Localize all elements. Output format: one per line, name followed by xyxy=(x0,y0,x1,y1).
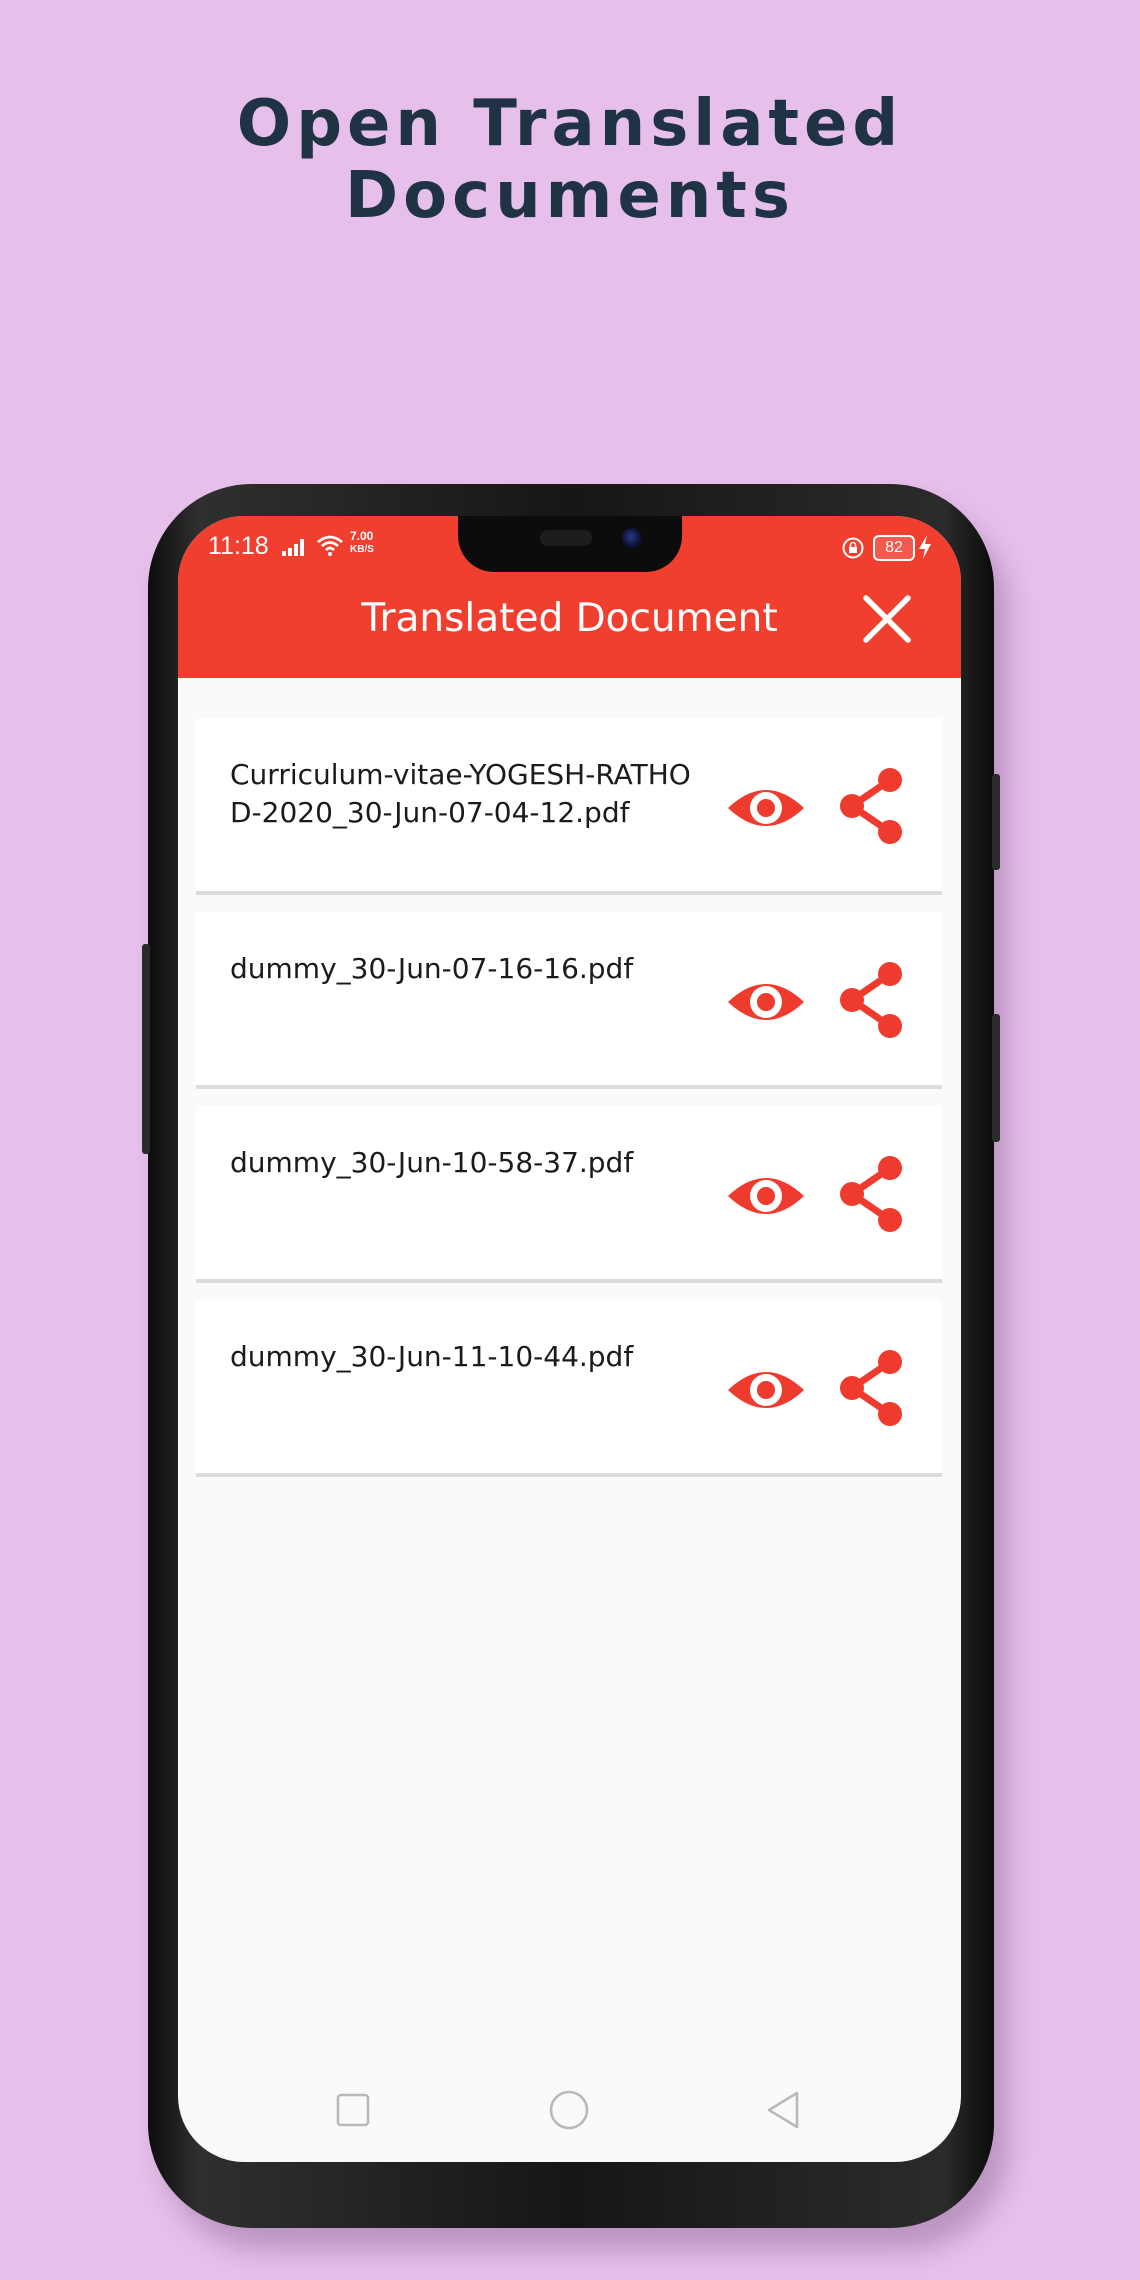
document-list: Curriculum-vitae-YOGESH-RATHOD-2020_30-J… xyxy=(196,718,942,1494)
front-camera xyxy=(622,528,642,548)
network-speed-value: 7.00 xyxy=(350,529,374,543)
share-icon[interactable] xyxy=(838,1348,904,1428)
status-time: 11:18 xyxy=(208,532,269,560)
eye-icon[interactable] xyxy=(726,1350,806,1430)
share-icon[interactable] xyxy=(838,766,904,846)
share-icon[interactable] xyxy=(838,960,904,1040)
network-speed: 7.00 KB/S xyxy=(350,530,374,556)
list-item[interactable]: dummy_30-Jun-11-10-44.pdf xyxy=(196,1300,942,1477)
charging-icon xyxy=(919,535,931,559)
document-name: Curriculum-vitae-YOGESH-RATHOD-2020_30-J… xyxy=(230,758,691,829)
circle-icon[interactable] xyxy=(539,2082,599,2138)
document-name: dummy_30-Jun-07-16-16.pdf xyxy=(230,952,634,985)
eye-icon[interactable] xyxy=(726,962,806,1042)
promo-title-line-1: Open Translated xyxy=(236,87,904,161)
document-name: dummy_30-Jun-10-58-37.pdf xyxy=(230,1146,634,1179)
screen-title: Translated Document xyxy=(361,596,778,641)
earpiece-speaker xyxy=(540,530,592,546)
promo-title-line-2: Documents xyxy=(345,159,795,233)
navigation-bar xyxy=(178,2082,961,2162)
volume-button xyxy=(992,1014,1000,1142)
signal-icon xyxy=(282,539,304,556)
phone-screen: 11:18 7.00 KB/S 82 Translated Document C… xyxy=(178,516,961,2162)
eye-icon[interactable] xyxy=(726,768,806,848)
triangle-back-icon[interactable] xyxy=(755,2082,815,2138)
battery-indicator: 82 xyxy=(873,535,915,561)
list-item[interactable]: dummy_30-Jun-10-58-37.pdf xyxy=(196,1106,942,1283)
side-button xyxy=(142,944,150,1154)
network-speed-unit: KB/S xyxy=(350,544,374,555)
square-icon[interactable] xyxy=(323,2082,383,2138)
list-item[interactable]: dummy_30-Jun-07-16-16.pdf xyxy=(196,912,942,1089)
close-icon[interactable] xyxy=(860,592,914,646)
eye-icon[interactable] xyxy=(726,1156,806,1236)
promo-title: Open Translated Documents xyxy=(0,88,1140,232)
notch xyxy=(458,516,682,572)
phone-frame: 11:18 7.00 KB/S 82 Translated Document C… xyxy=(142,484,1000,2228)
rotation-lock-icon xyxy=(842,537,864,559)
power-button xyxy=(992,774,1000,870)
share-icon[interactable] xyxy=(838,1154,904,1234)
wifi-icon xyxy=(317,535,343,556)
list-item[interactable]: Curriculum-vitae-YOGESH-RATHOD-2020_30-J… xyxy=(196,718,942,895)
document-name: dummy_30-Jun-11-10-44.pdf xyxy=(230,1340,634,1373)
